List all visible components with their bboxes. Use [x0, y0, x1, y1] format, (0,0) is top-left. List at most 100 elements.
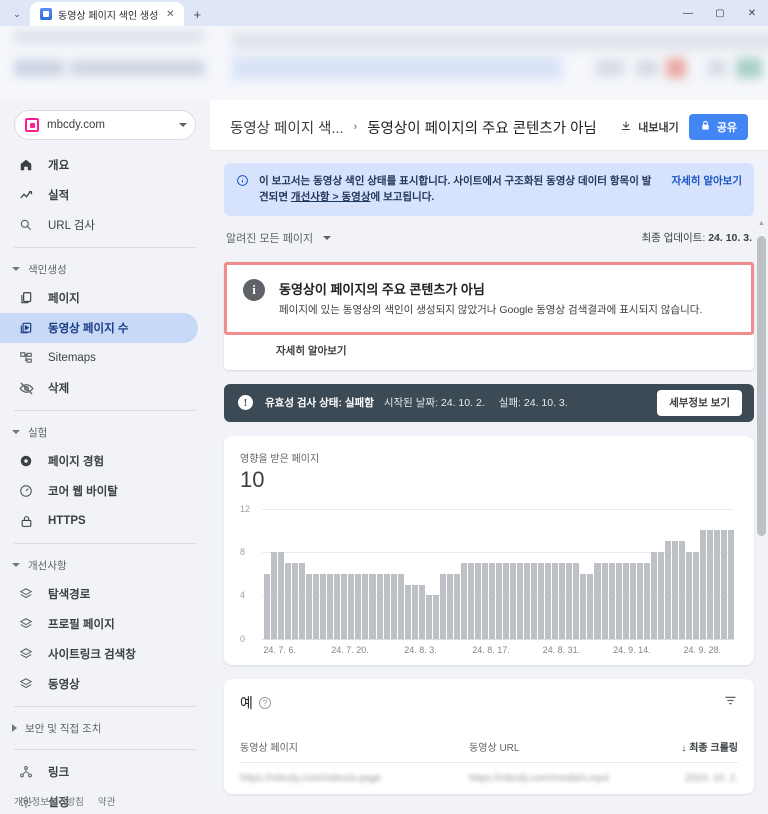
chart-bar[interactable] — [334, 573, 341, 639]
chart-bar[interactable] — [587, 573, 594, 639]
column-header-video-url[interactable]: 동영상 URL — [469, 739, 653, 754]
chart-bar[interactable] — [517, 562, 524, 639]
chart-bar[interactable] — [531, 562, 538, 639]
chart-bar[interactable] — [489, 562, 496, 639]
chart-bar[interactable] — [566, 562, 573, 639]
sidebar-item-removals[interactable]: 삭제 — [0, 373, 198, 403]
minimize-icon[interactable]: — — [672, 0, 704, 26]
scroll-up-icon[interactable]: ▲ — [758, 220, 765, 227]
chart-bar[interactable] — [545, 562, 552, 639]
close-icon[interactable]: ✕ — [164, 9, 176, 20]
filter-icon[interactable] — [723, 693, 738, 713]
share-button[interactable]: 공유 — [688, 114, 748, 140]
maximize-icon[interactable]: ▢ — [704, 0, 736, 26]
sidebar-item-breadcrumbs[interactable]: 탐색경로 — [0, 579, 198, 609]
issue-learn-more-link[interactable]: 자세히 알아보기 — [224, 335, 754, 370]
chart-bar[interactable] — [608, 562, 615, 639]
pages-filter-dropdown[interactable]: 알려진 모든 페이지 — [226, 230, 332, 246]
window-close-icon[interactable]: ✕ — [736, 0, 768, 26]
chart-bar[interactable] — [418, 584, 425, 639]
tab-list-chevron-icon[interactable]: ⌄ — [4, 3, 30, 25]
chart-bar[interactable] — [467, 562, 474, 639]
chart-bar[interactable] — [685, 552, 692, 639]
column-header-video-page[interactable]: 동영상 페이지 — [240, 739, 469, 754]
column-header-last-crawled[interactable]: ↓ 최종 크롤링 — [653, 739, 738, 754]
chart-bar[interactable] — [580, 573, 587, 639]
chart-bar[interactable] — [278, 552, 285, 639]
sidebar-item-overview[interactable]: 개요 — [0, 150, 198, 180]
chart-bar[interactable] — [678, 541, 685, 639]
chart-bar[interactable] — [559, 562, 566, 639]
issue-highlight-box[interactable]: i 동영상이 페이지의 주요 콘텐츠가 아님 페이지에 있는 동영상의 색인이 … — [224, 261, 754, 335]
chart-bar[interactable] — [496, 562, 503, 639]
chart-bar[interactable] — [376, 573, 383, 639]
chart-bar[interactable] — [397, 573, 404, 639]
chart-bar[interactable] — [538, 562, 545, 639]
chart-bar[interactable] — [552, 562, 559, 639]
chart-bar[interactable] — [292, 562, 299, 639]
chart-bar[interactable] — [271, 552, 278, 639]
view-details-button[interactable]: 세부정보 보기 — [657, 389, 742, 416]
new-tab-button[interactable]: + — [184, 3, 210, 25]
chart-bar[interactable] — [636, 562, 643, 639]
chart-bar[interactable] — [425, 595, 432, 639]
chart-bar[interactable] — [728, 530, 735, 639]
chart-bar[interactable] — [721, 530, 728, 639]
export-button[interactable]: 내보내기 — [620, 119, 679, 135]
chart-bar[interactable] — [285, 562, 292, 639]
property-selector[interactable]: mbcdy.com — [14, 110, 196, 140]
privacy-link[interactable]: 개인정보처리방침 — [14, 794, 84, 808]
chart-bar[interactable] — [362, 573, 369, 639]
sidebar-section-index[interactable]: 색인생성 — [0, 255, 210, 283]
chart-bar[interactable] — [503, 562, 510, 639]
chart-bar[interactable] — [671, 541, 678, 639]
sidebar-item-performance[interactable]: 실적 — [0, 180, 198, 210]
chart-bar[interactable] — [320, 573, 327, 639]
sidebar-item-pages[interactable]: 페이지 — [0, 283, 198, 313]
chart-bar[interactable] — [453, 573, 460, 639]
chart-bar[interactable] — [657, 552, 664, 639]
chart-bar[interactable] — [474, 562, 481, 639]
chart-bars[interactable] — [264, 509, 735, 639]
chart-bar[interactable] — [460, 562, 467, 639]
sidebar-section-experience[interactable]: 실험 — [0, 418, 210, 446]
sidebar-item-https[interactable]: HTTPS — [0, 506, 198, 536]
chart-bar[interactable] — [390, 573, 397, 639]
chart-bar[interactable] — [706, 530, 713, 639]
chart-bar[interactable] — [411, 584, 418, 639]
sidebar-section-security[interactable]: 보안 및 직접 조치 — [0, 714, 210, 742]
chart-bar[interactable] — [481, 562, 488, 639]
chart-bar[interactable] — [264, 573, 271, 639]
chart-bar[interactable] — [446, 573, 453, 639]
sidebar-item-url-inspection[interactable]: URL 검사 — [0, 210, 198, 240]
table-row[interactable]: https://mbcdy.com/video/a-page https://m… — [240, 763, 738, 794]
chart-bar[interactable] — [714, 530, 721, 639]
chart-bar[interactable] — [341, 573, 348, 639]
sidebar-item-profile-page[interactable]: 프로필 페이지 — [0, 609, 198, 639]
chart-bar[interactable] — [348, 573, 355, 639]
banner-learn-more-link[interactable]: 자세히 알아보기 — [671, 173, 742, 188]
chart-bar[interactable] — [313, 573, 320, 639]
chart-bar[interactable] — [699, 530, 706, 639]
chart-bar[interactable] — [510, 562, 517, 639]
sidebar-item-core-web-vitals[interactable]: 코어 웹 바이탈 — [0, 476, 198, 506]
help-icon[interactable]: ? — [258, 696, 271, 709]
chart-bar[interactable] — [327, 573, 334, 639]
chart-bar[interactable] — [524, 562, 531, 639]
sidebar-item-video-pages[interactable]: 동영상 페이지 수 — [0, 313, 198, 343]
chart-bar[interactable] — [664, 541, 671, 639]
chart-bar[interactable] — [383, 573, 390, 639]
chart-bar[interactable] — [404, 584, 411, 639]
scrollbar-thumb[interactable] — [757, 235, 766, 536]
sidebar-item-videos[interactable]: 동영상 — [0, 669, 198, 699]
chart-bar[interactable] — [299, 562, 306, 639]
chart-bar[interactable] — [573, 562, 580, 639]
sidebar-section-enhancements[interactable]: 개선사항 — [0, 551, 210, 579]
chart-bar[interactable] — [692, 552, 699, 639]
chart-bar[interactable] — [622, 562, 629, 639]
sidebar-item-sitemaps[interactable]: Sitemaps — [0, 343, 198, 373]
chart-bar[interactable] — [601, 562, 608, 639]
chart-bar[interactable] — [369, 573, 376, 639]
chart-bar[interactable] — [629, 562, 636, 639]
browser-tab[interactable]: 동영상 페이지 색인 생성 ✕ — [30, 2, 185, 26]
